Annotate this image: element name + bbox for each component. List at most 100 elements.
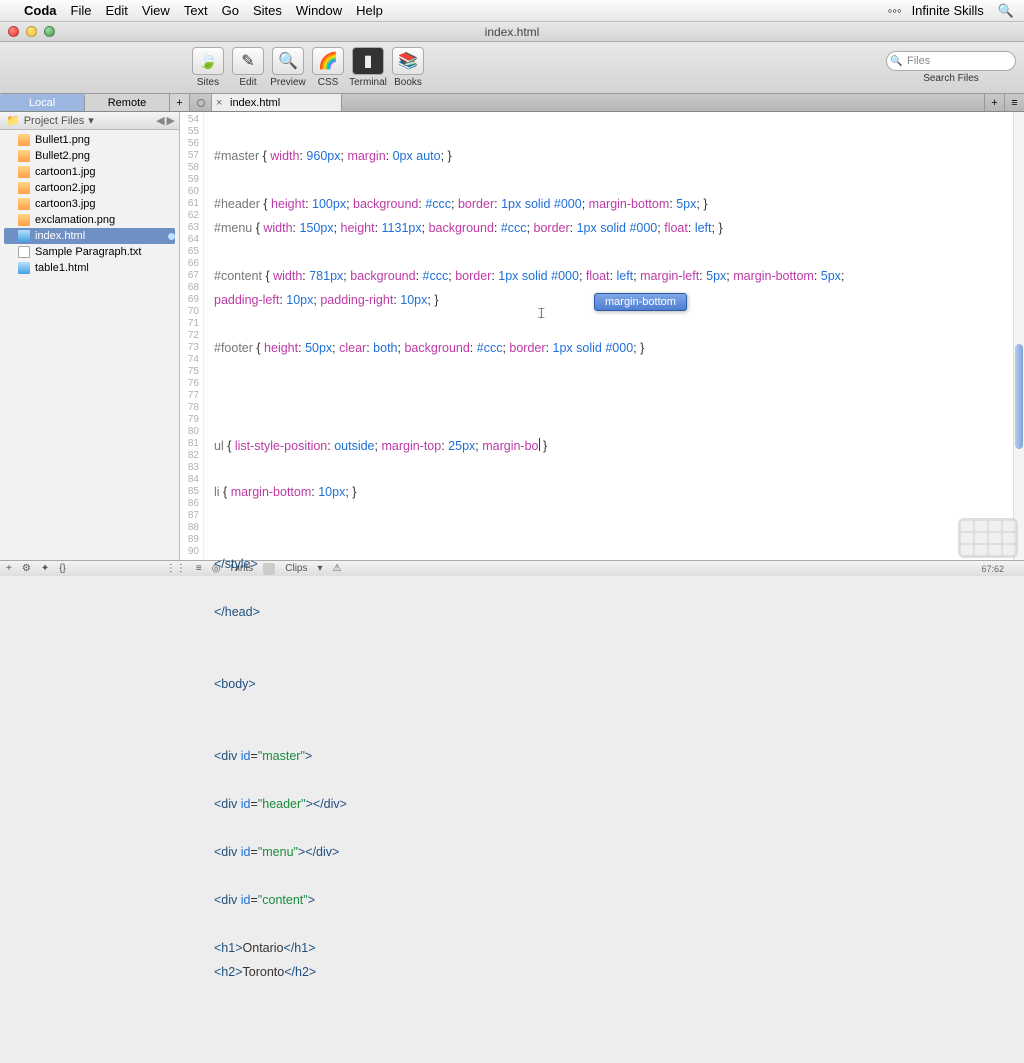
file-name: cartoon1.jpg: [35, 166, 96, 178]
keyboard-overlay: [958, 518, 1018, 558]
menu-sites[interactable]: Sites: [253, 3, 282, 18]
nav-back-icon[interactable]: ◀: [156, 114, 164, 127]
autocomplete-item: margin-bottom: [605, 296, 676, 308]
scroll-thumb[interactable]: [1015, 344, 1023, 449]
file-row-selected[interactable]: index.html: [4, 228, 175, 244]
html-file-icon: [18, 230, 30, 242]
image-file-icon: [18, 150, 30, 162]
image-file-icon: [18, 198, 30, 210]
file-list: Bullet1.png Bullet2.png cartoon1.jpg car…: [0, 130, 179, 560]
css-button[interactable]: 🌈 CSS: [308, 47, 348, 88]
image-file-icon: [18, 166, 30, 178]
breadcrumb-toggle[interactable]: [190, 94, 212, 111]
h2-text: Toronto: [243, 965, 285, 979]
cursor-position: 67:62: [981, 564, 1004, 574]
file-name: cartoon3.jpg: [35, 198, 96, 210]
window-title: index.html: [485, 25, 540, 39]
gear-icon[interactable]: ⚙: [22, 563, 31, 574]
add-button[interactable]: +: [6, 563, 12, 574]
text-file-icon: [18, 246, 30, 258]
chevron-down-icon: ▾: [88, 114, 94, 127]
file-name: Bullet1.png: [35, 134, 90, 146]
sites-button[interactable]: 🍃 Sites: [188, 47, 228, 88]
file-row[interactable]: Sample Paragraph.txt: [0, 244, 179, 260]
sites-label: Sites: [197, 77, 219, 88]
wifi-icon[interactable]: ◦◦◦: [888, 3, 902, 18]
code-content[interactable]: #master { width: 960px; margin: 0px auto…: [204, 112, 1024, 560]
menu-help[interactable]: Help: [356, 3, 383, 18]
edit-button[interactable]: ✎ Edit: [228, 47, 268, 88]
file-name: Sample Paragraph.txt: [35, 246, 141, 258]
tab-strip: Local Remote + index.html + ≡: [0, 94, 1024, 112]
nav-fwd-icon[interactable]: ▶: [167, 114, 175, 127]
books-button[interactable]: 📚 Books: [388, 47, 428, 88]
terminal-label: Terminal: [349, 77, 387, 88]
macos-menubar: Coda File Edit View Text Go Sites Window…: [0, 0, 1024, 22]
i-beam-cursor-icon: 𝙸: [536, 308, 547, 320]
spotlight-icon[interactable]: 🔍: [998, 3, 1014, 19]
books-icon: 📚: [392, 47, 424, 75]
menu-edit[interactable]: Edit: [105, 3, 127, 18]
autocomplete-popup[interactable]: margin-bottom: [594, 293, 687, 311]
modified-dot-icon: [168, 233, 175, 240]
css-label: CSS: [318, 77, 339, 88]
tab-remote[interactable]: Remote: [85, 94, 170, 111]
preview-label: Preview: [270, 77, 306, 88]
minimize-window-button[interactable]: [26, 26, 37, 37]
file-row[interactable]: cartoon1.jpg: [0, 164, 179, 180]
terminal-icon: ▮: [352, 47, 384, 75]
action-icon[interactable]: ✦: [41, 563, 49, 574]
html-file-icon: [18, 262, 30, 274]
terminal-button[interactable]: ▮ Terminal: [348, 47, 388, 88]
books-label: Books: [394, 77, 422, 88]
zoom-window-button[interactable]: [44, 26, 55, 37]
tab-overflow-plus[interactable]: +: [984, 94, 1004, 111]
menu-file[interactable]: File: [71, 3, 92, 18]
magnifier-icon: 🔍: [272, 47, 304, 75]
vertical-scrollbar[interactable]: [1013, 112, 1024, 560]
menu-go[interactable]: Go: [222, 3, 239, 18]
menubar-right-text[interactable]: Infinite Skills: [912, 3, 984, 18]
h1-text: Ontario: [243, 941, 284, 955]
add-tab-button[interactable]: +: [170, 94, 190, 111]
pencil-icon: ✎: [232, 47, 264, 75]
search-placeholder: Files: [907, 55, 930, 67]
folder-icon: 📁: [6, 114, 20, 127]
edit-label: Edit: [239, 77, 256, 88]
image-file-icon: [18, 214, 30, 226]
file-row[interactable]: cartoon3.jpg: [0, 196, 179, 212]
file-name: exclamation.png: [35, 214, 115, 226]
leaf-icon: 🍃: [192, 47, 224, 75]
file-tab-index[interactable]: index.html: [212, 94, 342, 111]
rainbow-icon: 🌈: [312, 47, 344, 75]
code-editor[interactable]: 5455565758596061626364656667686970717273…: [180, 112, 1024, 560]
columns-icon[interactable]: ⋮⋮: [166, 563, 186, 574]
text-caret: [539, 438, 540, 451]
file-row[interactable]: cartoon2.jpg: [0, 180, 179, 196]
file-row[interactable]: exclamation.png: [0, 212, 179, 228]
preview-button[interactable]: 🔍 Preview: [268, 47, 308, 88]
file-name: table1.html: [35, 262, 89, 274]
circle-icon: [197, 99, 205, 107]
file-row[interactable]: Bullet1.png: [0, 132, 179, 148]
search-input[interactable]: Files: [886, 51, 1016, 71]
tab-overflow-menu[interactable]: ≡: [1004, 94, 1024, 111]
file-row[interactable]: Bullet2.png: [0, 148, 179, 164]
file-row[interactable]: table1.html: [0, 260, 179, 276]
image-file-icon: [18, 134, 30, 146]
search-label: Search Files: [886, 73, 1016, 84]
sidebar: 📁 Project Files ▾ ◀▶ Bullet1.png Bullet2…: [0, 112, 180, 560]
menu-view[interactable]: View: [142, 3, 170, 18]
menu-text[interactable]: Text: [184, 3, 208, 18]
menu-window[interactable]: Window: [296, 3, 342, 18]
sidebar-header[interactable]: 📁 Project Files ▾ ◀▶: [0, 112, 179, 130]
columns2-icon[interactable]: ≡: [196, 563, 202, 574]
app-name[interactable]: Coda: [24, 3, 57, 18]
window-titlebar: index.html: [0, 22, 1024, 42]
close-window-button[interactable]: [8, 26, 19, 37]
file-name: index.html: [35, 230, 85, 242]
image-file-icon: [18, 182, 30, 194]
braces-icon[interactable]: {}: [59, 563, 66, 574]
sidebar-title: Project Files: [24, 115, 85, 127]
tab-local[interactable]: Local: [0, 94, 85, 111]
